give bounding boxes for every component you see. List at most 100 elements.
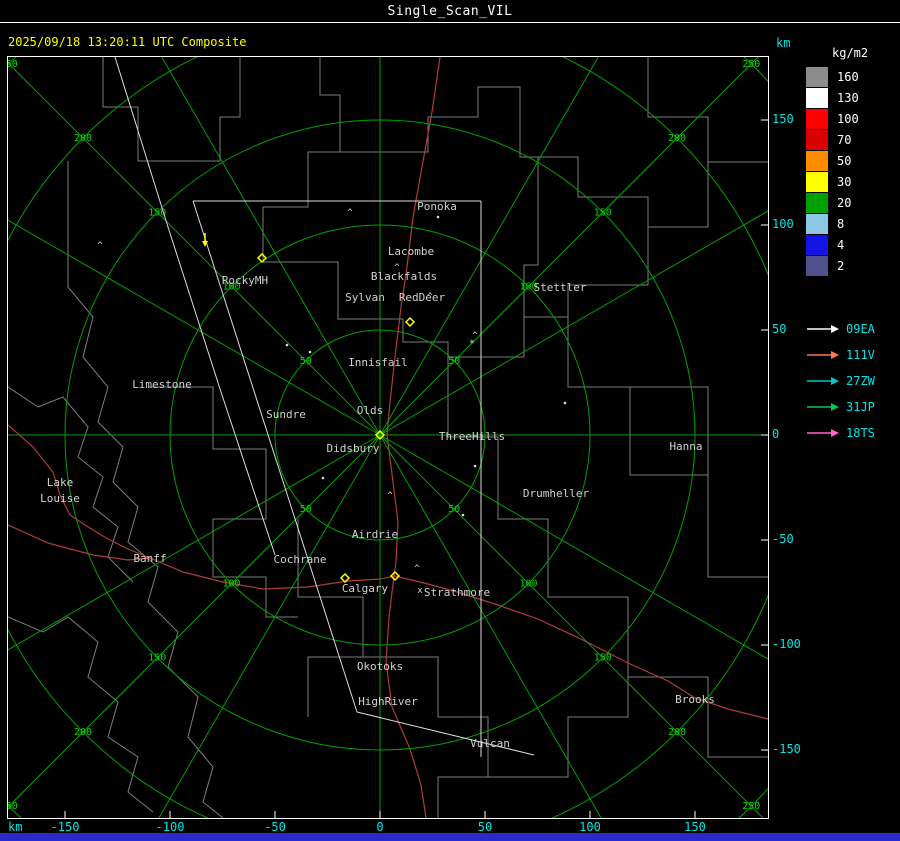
city-label: Olds bbox=[357, 404, 384, 417]
y-axis-tick-label: 50 bbox=[772, 322, 787, 336]
range-distance-label: 50 bbox=[300, 356, 312, 367]
radar-display[interactable]: 50 50 50 50 100 100 100 100 150 150 150 150 200 200 20… bbox=[7, 56, 769, 819]
legend-entry: 4 bbox=[806, 234, 900, 255]
x-axis-tick-label: 100 bbox=[579, 820, 601, 834]
station-arrow-icon bbox=[807, 403, 839, 411]
legend-entry: 2 bbox=[806, 255, 900, 276]
legend-value: 160 bbox=[837, 69, 859, 84]
county-boundary bbox=[102, 57, 241, 162]
city-label: Strathmore bbox=[424, 586, 490, 599]
county-boundary bbox=[297, 519, 364, 717]
radar-station-legend: 09EA 111V 27ZW 31JP 18TS bbox=[806, 316, 900, 446]
station-arrow-icon bbox=[807, 325, 839, 333]
radar-app-window: Single_Scan_VIL 2025/09/18 13:20:11 UTC … bbox=[0, 0, 900, 841]
y-axis-tick-label: -100 bbox=[772, 637, 801, 651]
y-axis-tick-label: 100 bbox=[772, 217, 794, 231]
scan-timestamp: 2025/09/18 13:20:11 UTC Composite bbox=[8, 35, 247, 49]
legend-color-swatch bbox=[806, 108, 828, 129]
range-distance-label: 200 bbox=[74, 727, 92, 738]
legend-value: 50 bbox=[837, 153, 852, 168]
window-title: Single_Scan_VIL bbox=[387, 3, 513, 19]
legend-entry: 70 bbox=[806, 129, 900, 150]
county-boundary bbox=[448, 317, 525, 358]
legend-value: 100 bbox=[837, 111, 859, 126]
legend-entry: 20 bbox=[806, 192, 900, 213]
city-label: Cochrane bbox=[274, 553, 327, 566]
radar-station-row: 18TS bbox=[806, 420, 900, 446]
station-id: 27ZW bbox=[846, 374, 875, 388]
title-bar: Single_Scan_VIL bbox=[0, 0, 900, 23]
vil-color-legend: kg/m2 160 130 100 70 50 30 20 8 4 2 bbox=[806, 46, 900, 276]
radar-station-row: 31JP bbox=[806, 394, 900, 420]
legend-title: kg/m2 bbox=[832, 46, 869, 60]
range-distance-label: 250 bbox=[8, 801, 18, 812]
city-label: Sylvan bbox=[345, 291, 385, 304]
station-id: 111V bbox=[846, 348, 875, 362]
town-marker: ^ bbox=[97, 241, 103, 251]
legend-entry: 50 bbox=[806, 150, 900, 171]
station-arrow-icon bbox=[807, 351, 839, 359]
city-label: ThreeHills bbox=[439, 430, 505, 443]
legend-entry: 160 bbox=[806, 66, 900, 87]
azimuth-line bbox=[158, 434, 381, 818]
city-label: Banff bbox=[133, 552, 166, 565]
legend-color-swatch bbox=[806, 234, 828, 255]
city-label: RockyMH bbox=[222, 274, 268, 287]
range-distance-label: 200 bbox=[668, 133, 686, 144]
town-marker bbox=[563, 401, 567, 405]
x-axis-unit: km bbox=[8, 820, 23, 834]
town-marker bbox=[321, 476, 325, 480]
legend-value: 2 bbox=[837, 258, 845, 273]
city-label: Drumheller bbox=[523, 487, 590, 500]
range-distance-label: 250 bbox=[742, 801, 760, 812]
taskbar-strip bbox=[0, 833, 900, 841]
town-marker: x bbox=[417, 586, 423, 596]
y-axis-tick-label: 0 bbox=[772, 427, 780, 441]
radar-site-marker bbox=[404, 316, 416, 328]
town-marker: ^ bbox=[414, 564, 420, 574]
legend-color-swatch bbox=[806, 192, 828, 213]
legend-value: 8 bbox=[837, 216, 845, 231]
legend-value: 30 bbox=[837, 174, 852, 189]
county-boundary bbox=[647, 57, 709, 162]
legend-color-swatch bbox=[806, 129, 828, 150]
legend-value: 70 bbox=[837, 132, 852, 147]
x-axis-tick-label: -150 bbox=[50, 820, 80, 834]
legend-entry: 130 bbox=[806, 87, 900, 108]
x-axis-tick-label: -50 bbox=[264, 820, 286, 834]
county-boundary bbox=[567, 317, 768, 578]
legend-color-swatch bbox=[806, 87, 828, 108]
city-label: Ponoka bbox=[417, 200, 457, 213]
range-distance-label: 50 bbox=[300, 504, 312, 515]
range-distance-label: 250 bbox=[8, 59, 18, 70]
azimuth-line bbox=[161, 57, 381, 436]
legend-value: 4 bbox=[837, 237, 845, 252]
city-label: Didsbury bbox=[327, 442, 380, 455]
city-label: Lake bbox=[47, 476, 74, 489]
range-distance-label: 250 bbox=[742, 59, 760, 70]
city-label: Blackfalds bbox=[371, 270, 437, 283]
range-distance-label: 150 bbox=[148, 653, 166, 664]
station-id: 09EA bbox=[846, 322, 875, 336]
y-axis-labels: 150 100 50 0 -50 -100 -150 bbox=[772, 57, 806, 818]
x-axis-tick-label: 0 bbox=[376, 820, 384, 834]
city-label: HighRiver bbox=[358, 695, 418, 708]
legend-value: 130 bbox=[837, 90, 859, 105]
town-marker: ^ bbox=[387, 491, 393, 501]
range-distance-label: 50 bbox=[448, 504, 460, 515]
legend-color-swatch bbox=[806, 213, 828, 234]
range-distance-label: 150 bbox=[594, 207, 612, 218]
city-label: Airdrie bbox=[352, 528, 398, 541]
town-marker bbox=[436, 215, 440, 219]
range-distance-label: 50 bbox=[448, 356, 460, 367]
city-label: Innisfail bbox=[348, 356, 408, 369]
highway-line bbox=[8, 524, 768, 720]
county-boundary bbox=[447, 357, 768, 758]
legend-color-swatch bbox=[806, 171, 828, 192]
range-distance-label: 200 bbox=[74, 133, 92, 144]
radar-station-row: 111V bbox=[806, 342, 900, 368]
city-label: Limestone bbox=[132, 378, 192, 391]
legend-color-swatch bbox=[806, 150, 828, 171]
azimuth-line bbox=[8, 219, 381, 436]
city-label: Louise bbox=[40, 492, 80, 505]
